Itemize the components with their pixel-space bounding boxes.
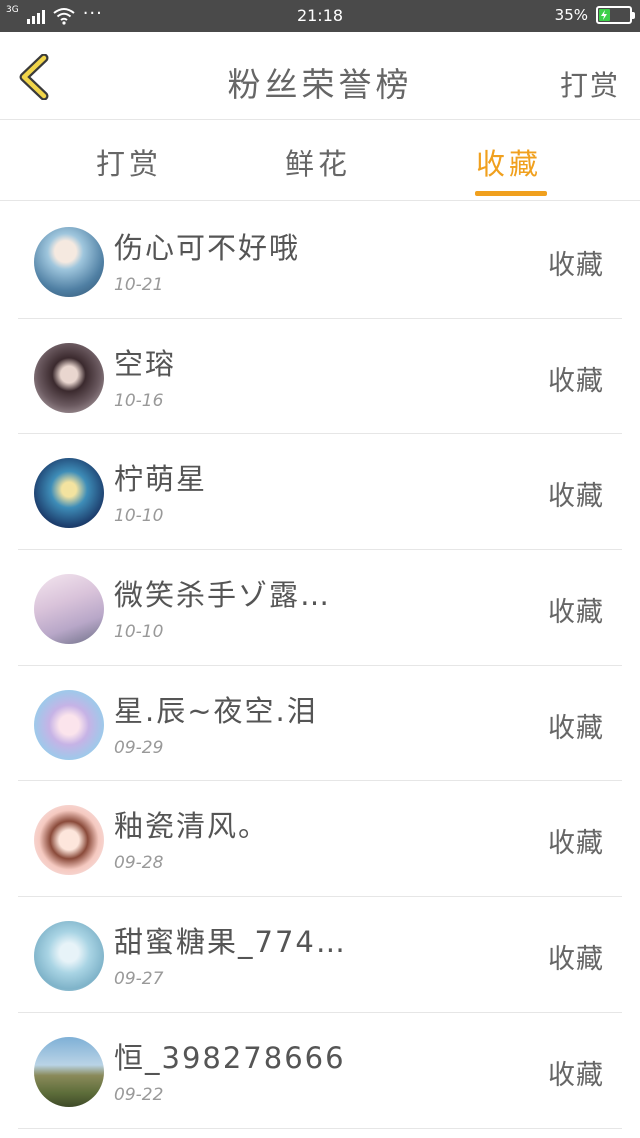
battery-icon [596,6,635,24]
fan-date: 09-22 [114,1084,164,1105]
fan-action: 收藏 [548,712,604,744]
fans-list: 伤心可不好哦 10-21 收藏 空瑢 10-16 收藏 柠萌星 10-10 收藏… [18,203,622,1129]
tab-bar: 打赏 鲜花 收藏 [0,121,640,201]
avatar [34,574,104,645]
list-item[interactable]: 甜蜜糖果_774… 09-27 收藏 [18,897,622,1013]
fan-name: 釉瓷清风。 [114,809,270,844]
fan-action: 收藏 [548,250,604,281]
fan-date: 10-16 [114,390,164,411]
list-item[interactable]: 釉瓷清风。 09-28 收藏 [18,781,622,898]
page-title: 粉丝荣誉榜 [227,65,413,104]
tab-flowers[interactable]: 鲜花 [285,141,351,183]
list-item[interactable]: 柠萌星 10-10 收藏 [18,434,622,551]
fan-name: 甜蜜糖果_774… [114,925,347,960]
active-tab-indicator [475,191,547,196]
charging-icon [601,10,608,20]
tab-favorites[interactable]: 收藏 [476,141,542,183]
fan-action: 收藏 [548,481,604,513]
fan-date: 09-29 [114,737,164,758]
avatar [34,1036,104,1107]
fan-name: 星.辰~夜空.泪 [114,693,318,728]
battery-level [599,9,610,21]
fan-date: 10-10 [114,622,164,643]
fan-action: 收藏 [548,365,604,397]
fan-action: 收藏 [548,1059,604,1091]
fan-date: 09-28 [114,853,164,874]
avatar [34,689,104,760]
fan-action: 收藏 [548,597,604,629]
status-right: 35% [554,6,635,24]
fan-action: 收藏 [548,828,604,860]
list-item[interactable]: 恒_398278666 09-22 收藏 [18,1013,622,1129]
list-item[interactable]: 空瑢 10-16 收藏 [18,319,622,435]
list-item[interactable]: 伤心可不好哦 10-21 收藏 [18,203,622,319]
header: 粉丝荣誉榜 打赏 [0,32,640,120]
status-bar: 3G ··· 21:18 35% [0,0,640,32]
fan-action: 收藏 [548,944,604,976]
avatar [34,227,104,297]
fan-name: 柠萌星 [114,462,208,497]
fan-name: 恒_398278666 [114,1040,346,1075]
tab-reward[interactable]: 打赏 [96,141,162,183]
fan-name: 伤心可不好哦 [114,231,301,265]
reward-button[interactable]: 打赏 [560,64,620,104]
battery-percent: 35% [554,6,588,24]
fan-date: 09-27 [114,969,164,990]
avatar [34,921,104,992]
list-item[interactable]: 星.辰~夜空.泪 09-29 收藏 [18,666,622,782]
status-time: 21:18 [296,6,344,25]
avatar [34,458,104,529]
fan-date: 10-21 [114,275,164,295]
fan-name: 微笑杀手ゾ露… [114,578,332,613]
avatar [34,805,104,876]
list-item[interactable]: 微笑杀手ゾ露… 10-10 收藏 [18,550,622,666]
fan-name: 空瑢 [114,346,177,381]
avatar [34,342,104,413]
fan-date: 10-10 [114,506,164,527]
